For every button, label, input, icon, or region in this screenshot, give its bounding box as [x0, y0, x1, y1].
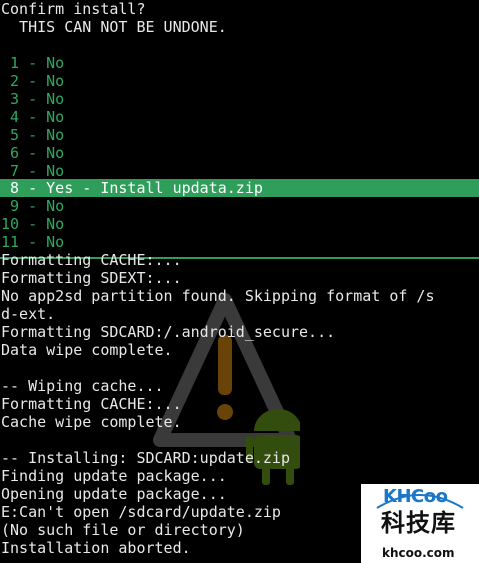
menu-item-9[interactable]: 9 - No [1, 197, 479, 215]
log-line: -- Installing: SDCARD:update.zip [1, 449, 290, 467]
watermark-url: khcoo.com [382, 546, 455, 560]
log-line: Data wipe complete. [1, 341, 173, 359]
log-line: d-ext. [1, 305, 56, 323]
menu-item-4[interactable]: 4 - No [1, 108, 479, 126]
watermark-cn-text: 科技库 [381, 509, 456, 537]
watermark-logo: KHCoo 科技库 khcoo.com [361, 484, 479, 563]
log-line: Formatting CACHE:... [1, 395, 182, 413]
menu-item-8-selected[interactable]: 8 - Yes - Install updata.zip [0, 179, 479, 197]
log-line: Formatting CACHE:... [1, 251, 182, 269]
log-line: Formatting SDCARD:/.android_secure... [1, 323, 336, 341]
menu-item-6[interactable]: 6 - No [1, 144, 479, 162]
confirm-title: Confirm install? [1, 0, 146, 18]
menu-item-5[interactable]: 5 - No [1, 126, 479, 144]
log-line: Cache wipe complete. [1, 413, 182, 431]
menu-item-2[interactable]: 2 - No [1, 72, 479, 90]
menu-item-10[interactable]: 10 - No [1, 215, 479, 233]
undone-warning: THIS CAN NOT BE UNDONE. [1, 18, 227, 36]
log-line: Finding update package... [1, 467, 227, 485]
log-line: Formatting SDEXT:... [1, 269, 182, 287]
recovery-screen: Confirm install? THIS CAN NOT BE UNDONE.… [0, 0, 479, 563]
menu-item-1[interactable]: 1 - No [1, 54, 479, 72]
watermark-logo-text: KHCoo [383, 486, 448, 507]
menu-item-7[interactable]: 7 - No [1, 162, 479, 180]
menu-item-3[interactable]: 3 - No [1, 90, 479, 108]
log-line: -- Wiping cache... [1, 377, 164, 395]
menu-item-11[interactable]: 11 - No [1, 233, 479, 251]
menu-item-8-label: 8 - Yes - Install updata.zip [1, 179, 263, 197]
log-line: No app2sd partition found. Skipping form… [1, 287, 435, 305]
